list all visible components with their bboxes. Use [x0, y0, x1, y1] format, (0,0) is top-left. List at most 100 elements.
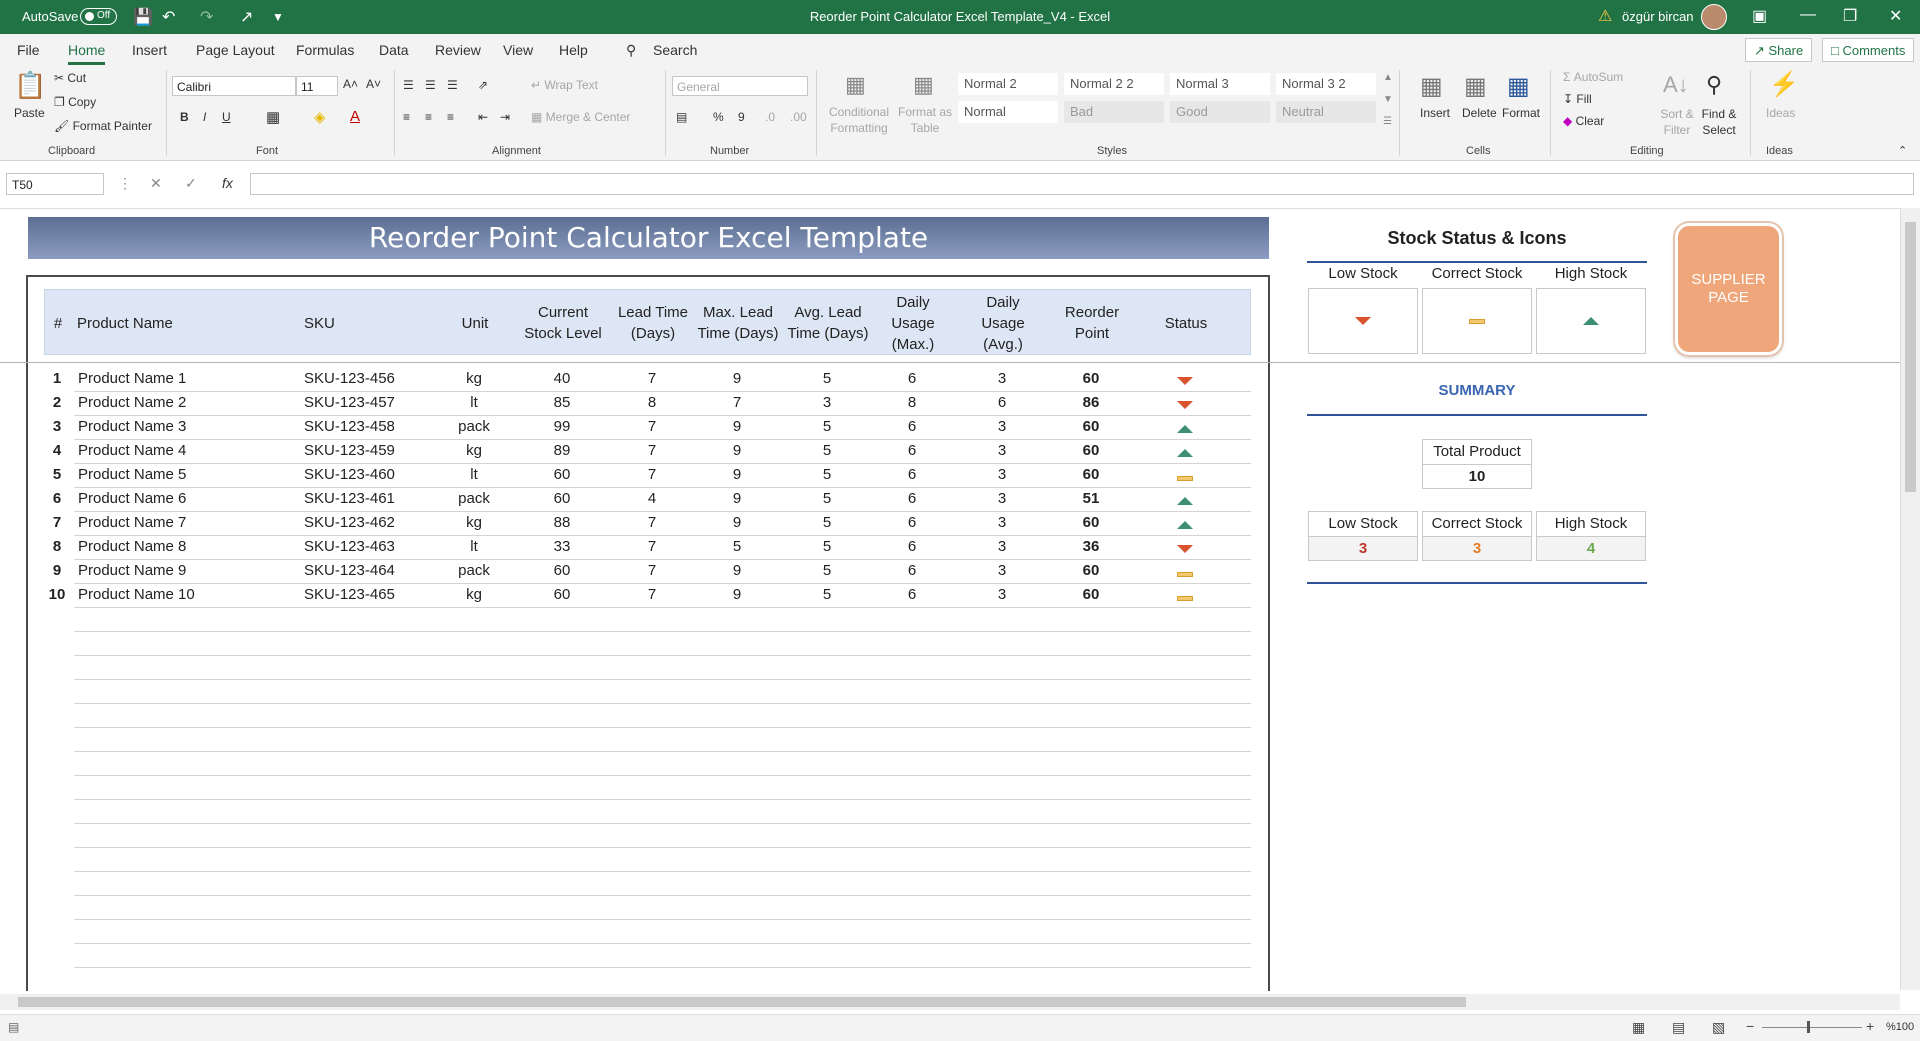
- cell-daily-max[interactable]: 6: [878, 490, 946, 507]
- cell-lead[interactable]: 7: [614, 586, 690, 603]
- minimize-icon[interactable]: —: [1800, 6, 1816, 24]
- align-left-icon[interactable]: ≡: [403, 110, 410, 124]
- cell-lead[interactable]: 4: [614, 490, 690, 507]
- cell-daily-avg[interactable]: 3: [968, 418, 1036, 435]
- style-neutral[interactable]: Neutral: [1276, 101, 1376, 123]
- style-good[interactable]: Good: [1170, 101, 1270, 123]
- cell-avg-lead[interactable]: 5: [782, 586, 872, 603]
- cell-reorder[interactable]: 51: [1056, 490, 1126, 507]
- middle-align-icon[interactable]: ☰: [425, 78, 436, 92]
- share-button[interactable]: ↗ Share: [1745, 38, 1813, 62]
- increase-decimal-icon[interactable]: .0: [765, 110, 775, 124]
- cell-daily-avg[interactable]: 3: [968, 586, 1036, 603]
- style-normal-2-2[interactable]: Normal 2 2: [1064, 73, 1164, 95]
- cell-avg-lead[interactable]: 5: [782, 562, 872, 579]
- search-box[interactable]: Search: [653, 42, 697, 58]
- cell-reorder[interactable]: 60: [1056, 586, 1126, 603]
- normal-view-icon[interactable]: ▦: [1632, 1019, 1645, 1036]
- style-normal-3[interactable]: Normal 3: [1170, 73, 1270, 95]
- table-row[interactable]: Product Name 1 SKU-123-456 kg 40 7 9 5 6 3 60: [74, 367, 1251, 392]
- paste-button[interactable]: Paste: [14, 106, 45, 120]
- format-painter-button[interactable]: 🖌 Format Painter: [54, 119, 152, 133]
- underline-button[interactable]: U: [222, 110, 231, 124]
- delete-cells-button[interactable]: Delete: [1462, 106, 1497, 120]
- cell-daily-max[interactable]: 6: [878, 442, 946, 459]
- cell-product[interactable]: Product Name 8: [78, 538, 278, 555]
- increase-indent-icon[interactable]: ⇥: [500, 110, 510, 124]
- table-row[interactable]: Product Name 7 SKU-123-462 kg 88 7 9 5 6 3 60: [74, 511, 1251, 536]
- cell-unit[interactable]: pack: [444, 418, 504, 435]
- formula-input[interactable]: [250, 173, 1914, 195]
- conditional-formatting-icon[interactable]: ▦: [845, 72, 866, 98]
- merge-center-button[interactable]: ▦ Merge & Center: [531, 110, 630, 124]
- cell-current[interactable]: 60: [518, 586, 606, 603]
- decrease-font-icon[interactable]: A˅: [366, 77, 381, 91]
- cell-sku[interactable]: SKU-123-463: [304, 538, 424, 555]
- table-row[interactable]: Product Name 4 SKU-123-459 kg 89 7 9 5 6 3 60: [74, 439, 1251, 464]
- cell-current[interactable]: 88: [518, 514, 606, 531]
- cell-lead[interactable]: 7: [614, 418, 690, 435]
- cell-status[interactable]: [1150, 468, 1220, 485]
- table-row[interactable]: Product Name 5 SKU-123-460 lt 60 7 9 5 6 3 60: [74, 463, 1251, 488]
- cell-sku[interactable]: SKU-123-465: [304, 586, 424, 603]
- cell-product[interactable]: Product Name 7: [78, 514, 278, 531]
- cell-sku[interactable]: SKU-123-460: [304, 466, 424, 483]
- name-box[interactable]: T50: [6, 173, 104, 195]
- zoom-slider[interactable]: [1762, 1027, 1862, 1028]
- cell-reorder[interactable]: 60: [1056, 442, 1126, 459]
- cell-status[interactable]: [1150, 444, 1220, 461]
- cell-daily-avg[interactable]: 3: [968, 538, 1036, 555]
- cell-lead[interactable]: 7: [614, 466, 690, 483]
- comma-style-icon[interactable]: 9: [738, 110, 745, 124]
- top-align-icon[interactable]: ☰: [403, 78, 414, 92]
- ribbon-display-icon[interactable]: ▣: [1752, 6, 1767, 26]
- cell-reorder[interactable]: 36: [1056, 538, 1126, 555]
- cell-product[interactable]: Product Name 9: [78, 562, 278, 579]
- restore-icon[interactable]: ❐: [1843, 6, 1857, 26]
- cell-reorder[interactable]: 60: [1056, 562, 1126, 579]
- cell-daily-max[interactable]: 6: [878, 586, 946, 603]
- cell-product[interactable]: Product Name 4: [78, 442, 278, 459]
- horizontal-scrollbar[interactable]: [0, 994, 1900, 1010]
- autosum-button[interactable]: Σ AutoSum: [1563, 70, 1623, 84]
- align-center-icon[interactable]: ≡: [425, 110, 432, 124]
- cell-lead[interactable]: 7: [614, 442, 690, 459]
- macro-record-icon[interactable]: ▤: [8, 1020, 19, 1034]
- cell-current[interactable]: 33: [518, 538, 606, 555]
- cell-daily-max[interactable]: 6: [878, 466, 946, 483]
- cell-lead[interactable]: 8: [614, 394, 690, 411]
- style-normal-2[interactable]: Normal 2: [958, 73, 1058, 95]
- format-cells-button[interactable]: Format: [1502, 106, 1540, 120]
- cell-reorder[interactable]: 60: [1056, 466, 1126, 483]
- cell-sku[interactable]: SKU-123-461: [304, 490, 424, 507]
- cell-lead[interactable]: 7: [614, 538, 690, 555]
- align-right-icon[interactable]: ≡: [447, 110, 454, 124]
- tab-review[interactable]: Review: [435, 42, 481, 58]
- zoom-in-icon[interactable]: +: [1866, 1018, 1874, 1034]
- conditional-formatting-button[interactable]: Conditional Formatting: [826, 104, 892, 136]
- collapse-ribbon-icon[interactable]: ⌃: [1898, 144, 1907, 157]
- cell-status[interactable]: [1150, 540, 1220, 557]
- tab-help[interactable]: Help: [559, 42, 588, 58]
- clear-button[interactable]: ◆ Clear: [1563, 114, 1604, 128]
- font-name-select[interactable]: Calibri: [172, 76, 296, 96]
- cut-button[interactable]: ✂ Cut: [54, 71, 86, 85]
- orientation-icon[interactable]: ⇗: [478, 78, 488, 92]
- cell-product[interactable]: Product Name 3: [78, 418, 278, 435]
- avatar[interactable]: [1701, 4, 1727, 30]
- style-normal-3-2[interactable]: Normal 3 2: [1276, 73, 1376, 95]
- cell-lead[interactable]: 7: [614, 370, 690, 387]
- cell-status[interactable]: [1150, 492, 1220, 509]
- format-cells-icon[interactable]: ▦: [1507, 72, 1530, 101]
- find-select-button[interactable]: Find & Select: [1697, 106, 1741, 138]
- tab-page-layout[interactable]: Page Layout: [196, 42, 275, 58]
- style-bad[interactable]: Bad: [1064, 101, 1164, 123]
- cell-product[interactable]: Product Name 5: [78, 466, 278, 483]
- tab-file[interactable]: File: [17, 42, 40, 58]
- cell-daily-max[interactable]: 6: [878, 370, 946, 387]
- ideas-icon[interactable]: ⚡: [1769, 70, 1799, 99]
- cancel-icon[interactable]: ✕: [150, 175, 162, 192]
- cell-product[interactable]: Product Name 2: [78, 394, 278, 411]
- cell-max-lead[interactable]: 9: [692, 466, 782, 483]
- cell-daily-max[interactable]: 6: [878, 418, 946, 435]
